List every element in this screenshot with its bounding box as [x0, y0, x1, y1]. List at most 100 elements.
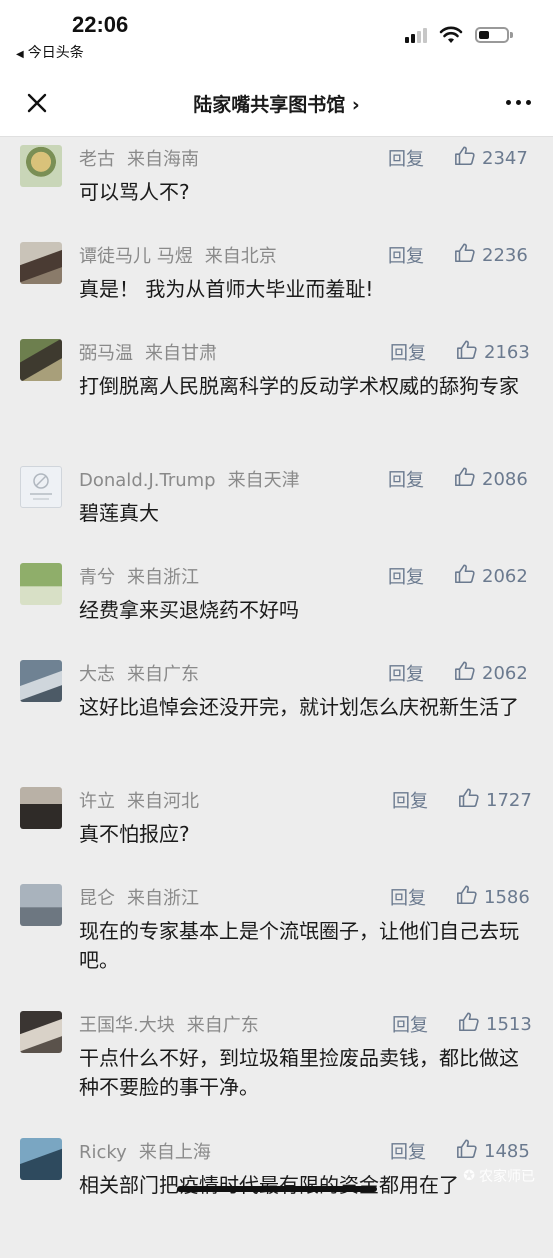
back-to-app-link[interactable]: ◀ 今日头条 — [16, 42, 84, 62]
author-location: 来自浙江 — [127, 888, 199, 909]
like-button[interactable]: 1513 — [458, 1011, 532, 1038]
reply-button[interactable]: 回复 — [388, 466, 424, 492]
comment-author[interactable]: 王国华.大块 来自广东 — [79, 1011, 259, 1037]
comment-author[interactable]: 老古 来自海南 — [79, 145, 199, 171]
like-button[interactable]: 2236 — [454, 242, 528, 269]
like-count: 2062 — [482, 663, 528, 684]
like-count: 2062 — [482, 566, 528, 587]
reply-button[interactable]: 回复 — [390, 884, 426, 910]
reply-button[interactable]: 回复 — [390, 339, 426, 365]
comment-author[interactable]: Ricky 来自上海 — [79, 1138, 211, 1164]
comment-author[interactable]: 大志 来自广东 — [79, 660, 199, 686]
like-button[interactable]: 2347 — [454, 145, 528, 172]
comment-author[interactable]: 弼马温 来自甘肃 — [79, 339, 217, 365]
like-count: 1727 — [486, 790, 532, 811]
reply-button[interactable]: 回复 — [392, 1011, 428, 1037]
thumbs-up-icon — [454, 563, 476, 590]
like-count: 1586 — [484, 887, 530, 908]
author-name[interactable]: Donald.J.Trump — [79, 470, 216, 491]
avatar[interactable] — [20, 242, 62, 284]
comment-item: 昆仑 来自浙江 回复 1586 现在的专家基本上是个流氓圈子，让他们自己去玩吧。 — [0, 884, 553, 1004]
like-count: 1485 — [484, 1141, 530, 1162]
author-name[interactable]: 大志 — [79, 664, 115, 685]
author-location: 来自海南 — [127, 149, 199, 170]
like-count: 2163 — [484, 342, 530, 363]
watermark: ✪ 农家师已 — [463, 1166, 535, 1186]
watermark-text: 农家师已 — [479, 1169, 535, 1185]
comment-author[interactable]: 许立 来自河北 — [79, 787, 199, 813]
avatar[interactable] — [20, 466, 62, 508]
reply-button[interactable]: 回复 — [392, 787, 428, 813]
avatar[interactable] — [20, 787, 62, 829]
thumbs-up-icon — [454, 242, 476, 269]
thumbs-up-icon — [458, 1011, 480, 1038]
thumbs-up-icon — [456, 339, 478, 366]
wifi-icon — [439, 26, 463, 43]
author-location: 来自河北 — [127, 791, 199, 812]
comment-author[interactable]: 青兮 来自浙江 — [79, 563, 199, 589]
reply-button[interactable]: 回复 — [388, 242, 424, 268]
like-button[interactable]: 2062 — [454, 563, 528, 590]
author-name[interactable]: 许立 — [79, 791, 115, 812]
avatar[interactable] — [20, 145, 62, 187]
comment-text: 打倒脱离人民脱离科学的反动学术权威的舔狗专家 — [79, 374, 519, 398]
comment-text: 碧莲真大 — [79, 501, 159, 525]
like-button[interactable]: 1485 — [456, 1138, 530, 1165]
comment-text: 经费拿来买退烧药不好吗 — [79, 598, 299, 622]
thumbs-up-icon — [454, 466, 476, 493]
reply-button[interactable]: 回复 — [388, 660, 424, 686]
comment-text: 可以骂人不? — [79, 180, 190, 204]
thumbs-up-icon — [456, 1138, 478, 1165]
comment-text: 真是！ 我为从首师大毕业而羞耻! — [79, 277, 374, 301]
author-location: 来自上海 — [138, 1142, 211, 1163]
reply-button[interactable]: 回复 — [390, 1138, 426, 1164]
avatar[interactable] — [20, 884, 62, 926]
more-icon[interactable] — [506, 100, 531, 105]
like-button[interactable]: 1586 — [456, 884, 530, 911]
avatar[interactable] — [20, 1138, 62, 1180]
avatar[interactable] — [20, 563, 62, 605]
status-icons — [405, 26, 513, 44]
nav-bar: 陆家嘴共享图书馆 › — [0, 70, 553, 137]
comment-author[interactable]: 昆仑 来自浙江 — [79, 884, 199, 910]
avatar[interactable] — [20, 1011, 62, 1053]
like-button[interactable]: 2062 — [454, 660, 528, 687]
author-name[interactable]: 王国华.大块 — [79, 1015, 175, 1036]
status-time: 22:06 — [72, 12, 129, 37]
like-button[interactable]: 2086 — [454, 466, 528, 493]
author-location: 来自广东 — [127, 664, 199, 685]
comment-text: 现在的专家基本上是个流氓圈子，让他们自己去玩吧。 — [79, 919, 519, 972]
page-title[interactable]: 陆家嘴共享图书馆 › — [0, 90, 553, 117]
like-button[interactable]: 2163 — [456, 339, 530, 366]
reply-button[interactable]: 回复 — [388, 145, 424, 171]
like-button[interactable]: 1727 — [458, 787, 532, 814]
author-location: 来自甘肃 — [145, 343, 217, 364]
comment-author[interactable]: Donald.J.Trump 来自天津 — [79, 466, 300, 492]
signal-icon — [405, 27, 427, 43]
status-bar: 22:06 ◀ 今日头条 — [0, 0, 553, 70]
thumbs-up-icon — [456, 884, 478, 911]
comment-author[interactable]: 谭徒马儿 马煜 来自北京 — [79, 242, 277, 268]
home-indicator — [177, 1186, 377, 1192]
author-name[interactable]: Ricky — [79, 1142, 127, 1163]
comment-text: 干点什么不好，到垃圾箱里捡废品卖钱，都比做这种不要脸的事干净。 — [79, 1046, 519, 1099]
comment-item: Ricky 来自上海 回复 1485 相关部门把疫情时代最有限的资金都用在了 — [0, 1138, 553, 1258]
back-triangle-icon: ◀ — [16, 49, 24, 60]
author-name[interactable]: 弼马温 — [79, 343, 133, 364]
avatar[interactable] — [20, 339, 62, 381]
author-name[interactable]: 青兮 — [79, 567, 115, 588]
like-count: 2347 — [482, 148, 528, 169]
like-count: 1513 — [486, 1014, 532, 1035]
back-app-label: 今日头条 — [27, 45, 84, 61]
author-location: 来自广东 — [186, 1015, 259, 1036]
avatar[interactable] — [20, 660, 62, 702]
reply-button[interactable]: 回复 — [388, 563, 424, 589]
author-name[interactable]: 昆仑 — [79, 888, 115, 909]
author-location: 来自天津 — [227, 470, 300, 491]
like-count: 2236 — [482, 245, 528, 266]
comment-item: 弼马温 来自甘肃 回复 2163 打倒脱离人民脱离科学的反动学术权威的舔狗专家 — [0, 339, 553, 459]
author-name[interactable]: 老古 — [79, 149, 115, 170]
thumbs-up-icon — [454, 145, 476, 172]
comment-text: 真不怕报应? — [79, 822, 190, 846]
author-name[interactable]: 谭徒马儿 马煜 — [79, 246, 193, 267]
